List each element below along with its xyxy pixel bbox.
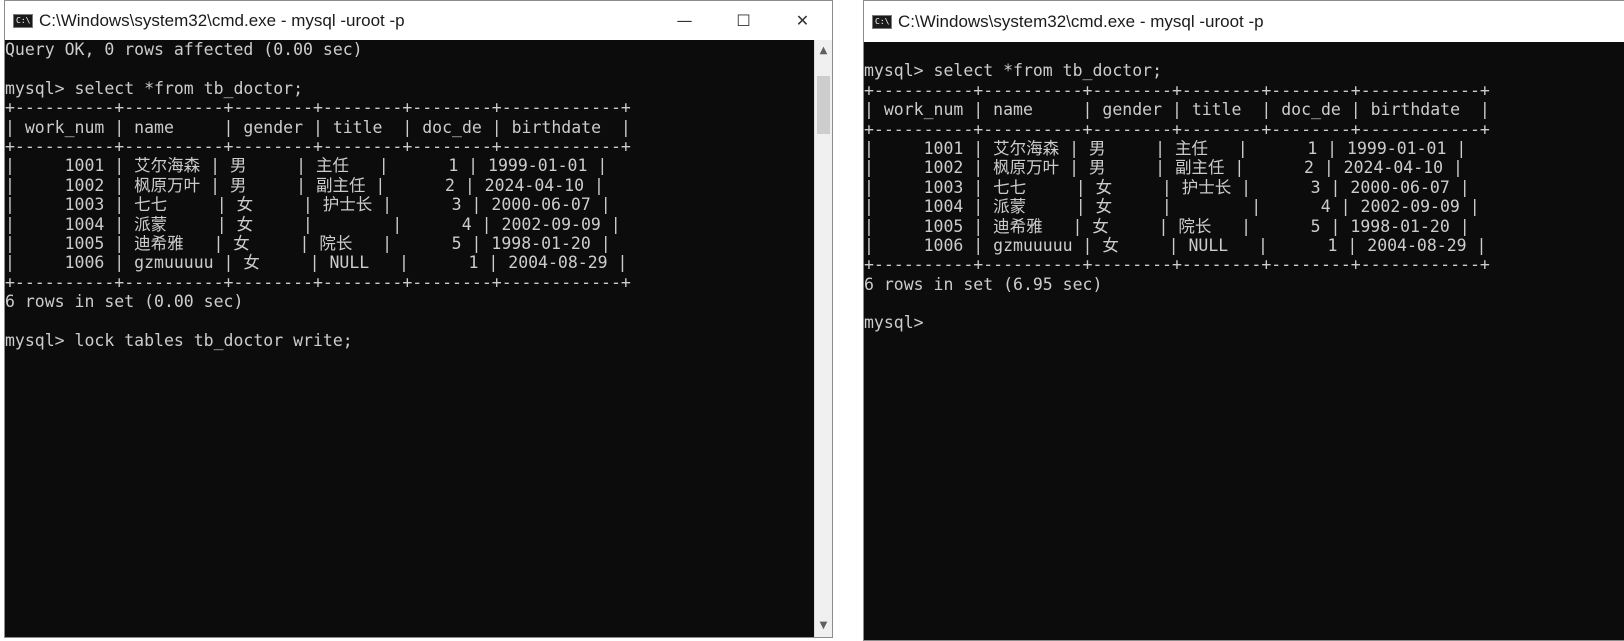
scroll-thumb[interactable] — [817, 76, 830, 134]
table-border: +----------+----------+--------+--------… — [864, 255, 1490, 275]
table-border: +----------+----------+--------+--------… — [5, 272, 631, 292]
cmd-app-icon: C:\ — [13, 13, 33, 28]
caption-buttons: — ☐ ✕ — [655, 1, 832, 40]
cmd-window-left[interactable]: C:\ C:\Windows\system32\cmd.exe - mysql … — [4, 0, 833, 638]
status-line: 6 rows in set (0.00 sec) — [5, 292, 244, 312]
table-row: | 1006 | gzmuuuuu | 女 | NULL | 1 | 2004-… — [5, 253, 628, 273]
table-row: | 1003 | 七七 | 女 | 护士长 | 3 | 2000-06-07 | — [864, 177, 1470, 197]
title-bar[interactable]: C:\ C:\Windows\system32\cmd.exe - mysql … — [5, 1, 832, 40]
table-row: | 1005 | 迪希雅 | 女 | 院长 | 5 | 1998-01-20 | — [864, 216, 1470, 236]
mysql-prompt: mysql> select *from tb_doctor; — [5, 78, 304, 98]
terminal-text: mysql> select *from tb_doctor; +---------… — [864, 42, 1490, 333]
table-row: | 1001 | 艾尔海森 | 男 | 主任 | 1 | 1999-01-01 … — [864, 138, 1467, 158]
table-row: | 1006 | gzmuuuuu | 女 | NULL | 1 | 2004-… — [864, 235, 1487, 255]
window-title: C:\Windows\system32\cmd.exe - mysql -uro… — [898, 11, 1264, 31]
mysql-prompt: mysql> — [864, 313, 924, 333]
terminal-text: Query OK, 0 rows affected (0.00 sec) mysq… — [5, 40, 631, 350]
table-row: | 1003 | 七七 | 女 | 护士长 | 3 | 2000-06-07 | — [5, 195, 611, 215]
close-button[interactable]: ✕ — [773, 1, 832, 40]
status-line: 6 rows in set (6.95 sec) — [864, 274, 1103, 294]
table-row: | 1001 | 艾尔海森 | 男 | 主任 | 1 | 1999-01-01 … — [5, 156, 608, 176]
vertical-scrollbar[interactable]: ▲ ▼ — [814, 40, 832, 637]
scroll-up-icon[interactable]: ▲ — [815, 42, 832, 60]
minimize-button[interactable]: — — [655, 1, 714, 40]
table-row: | 1004 | 派蒙 | 女 | | 4 | 2002-09-09 | — [5, 214, 621, 234]
console-output[interactable]: mysql> select *from tb_doctor; +---------… — [864, 42, 1624, 640]
table-border: +----------+----------+--------+--------… — [5, 136, 631, 156]
cmd-window-right[interactable]: C:\ C:\Windows\system32\cmd.exe - mysql … — [863, 0, 1624, 641]
console-output[interactable]: Query OK, 0 rows affected (0.00 sec) mysq… — [5, 40, 814, 637]
table-border: +----------+----------+--------+--------… — [864, 80, 1490, 100]
table-header-row: | work_num | name | gender | title | doc… — [5, 117, 631, 137]
table-row: | 1004 | 派蒙 | 女 | | 4 | 2002-09-09 | — [864, 197, 1480, 217]
window-title: C:\Windows\system32\cmd.exe - mysql -uro… — [39, 10, 405, 30]
maximize-button[interactable]: ☐ — [714, 1, 773, 40]
desktop-gap — [833, 0, 863, 641]
table-header-row: | work_num | name | gender | title | doc… — [864, 100, 1490, 120]
mysql-prompt: mysql> lock tables tb_doctor write; — [5, 330, 353, 350]
table-border: +----------+----------+--------+--------… — [864, 119, 1490, 139]
table-border: +----------+----------+--------+--------… — [5, 98, 631, 118]
status-line: Query OK, 0 rows affected (0.00 sec) — [5, 40, 363, 59]
mysql-prompt: mysql> select *from tb_doctor; — [864, 61, 1163, 81]
title-bar[interactable]: C:\ C:\Windows\system32\cmd.exe - mysql … — [864, 1, 1624, 42]
cmd-app-icon: C:\ — [872, 14, 892, 29]
table-row: | 1002 | 枫原万叶 | 男 | 副主任 | 2 | 2024-04-10… — [5, 175, 604, 195]
table-row: | 1005 | 迪希雅 | 女 | 院长 | 5 | 1998-01-20 | — [5, 233, 611, 253]
scroll-down-icon[interactable]: ▼ — [815, 617, 832, 635]
table-row: | 1002 | 枫原万叶 | 男 | 副主任 | 2 | 2024-04-10… — [864, 158, 1463, 178]
